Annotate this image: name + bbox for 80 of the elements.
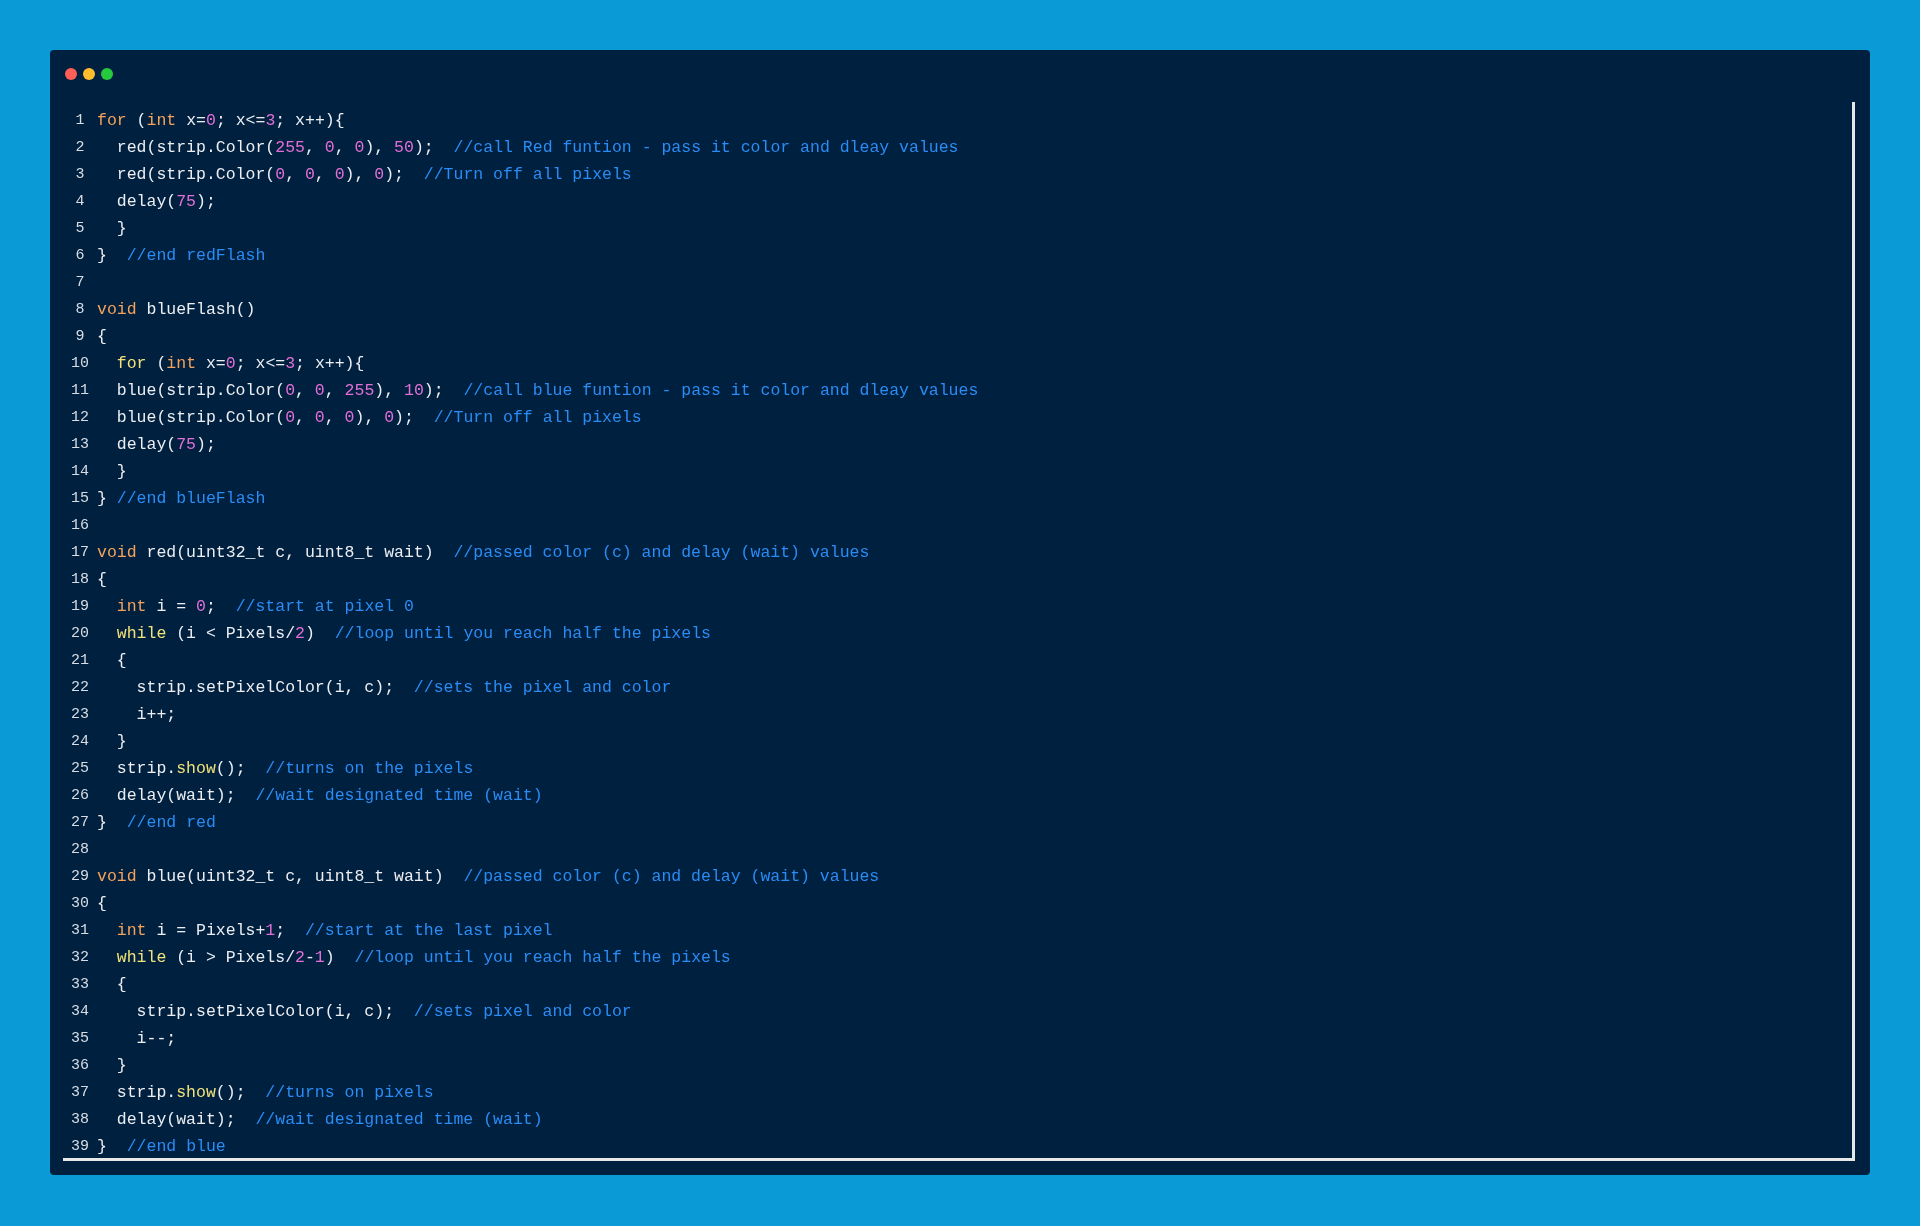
- code-line: delay(75);: [115, 435, 216, 454]
- line-number: 28: [70, 841, 90, 858]
- line-number: 25: [70, 760, 90, 777]
- window-button[interactable]: [65, 68, 77, 80]
- code-line: delay(wait); //wait designated time (wait): [115, 786, 543, 805]
- code-line: void blue(uint32_t c, uint8_t wait) //passed color (c) and delay (wait) values: [97, 867, 880, 886]
- code-line: } //end blue: [97, 1137, 226, 1156]
- code-line: delay(75);: [115, 192, 216, 211]
- code-line: }: [115, 462, 127, 481]
- line-number: 22: [70, 679, 90, 696]
- line-number: 26: [70, 787, 90, 804]
- line-number: 18: [70, 571, 90, 588]
- line-number: 30: [70, 895, 90, 912]
- code-line: while (i > Pixels/2-1) //loop until you reach half the pixels: [115, 948, 731, 967]
- line-number: 31: [70, 922, 90, 939]
- code-line: for (int x=0; x<=3; x++){: [115, 354, 365, 373]
- code-line: red(strip.Color(0, 0, 0), 0); //Turn off all pixels: [115, 165, 632, 184]
- code-line: {: [97, 894, 107, 913]
- line-number: 36: [70, 1057, 90, 1074]
- line-number: 9: [74, 328, 86, 345]
- line-number: 20: [70, 625, 90, 642]
- code-line: {: [115, 975, 127, 994]
- line-number: 29: [70, 868, 90, 885]
- code-line: {: [97, 327, 107, 346]
- line-number: 4: [74, 193, 86, 210]
- line-number: 16: [70, 517, 90, 534]
- line-number: 13: [70, 436, 90, 453]
- code-line: } //end redFlash: [97, 246, 266, 265]
- line-number: 33: [70, 976, 90, 993]
- line-number: 3: [74, 166, 86, 183]
- line-number: 2: [74, 139, 86, 156]
- line-number: 24: [70, 733, 90, 750]
- line-number: 34: [70, 1003, 90, 1020]
- code-line: void red(uint32_t c, uint8_t wait) //passed color (c) and delay (wait) values: [97, 543, 870, 562]
- code-line: strip.setPixelColor(i, c); //sets pixel and color: [135, 1002, 632, 1021]
- window-button[interactable]: [83, 68, 95, 80]
- line-number: 15: [70, 490, 90, 507]
- code-line: delay(wait); //wait designated time (wait): [115, 1110, 543, 1129]
- line-number: 17: [70, 544, 90, 561]
- line-number: 8: [74, 301, 86, 318]
- code-line: blue(strip.Color(0, 0, 0), 0); //Turn off all pixels: [115, 408, 642, 427]
- line-number: 7: [74, 274, 86, 291]
- code-line: strip.setPixelColor(i, c); //sets the pixel and color: [135, 678, 672, 697]
- line-number: 14: [70, 463, 90, 480]
- line-number: 12: [70, 409, 90, 426]
- line-number: 27: [70, 814, 90, 831]
- line-number: 6: [74, 247, 86, 264]
- line-number: 19: [70, 598, 90, 615]
- code-line: }: [115, 219, 127, 238]
- code-line: blue(strip.Color(0, 0, 255), 10); //call blue funtion - pass it color and dleay values: [115, 381, 979, 400]
- window-button[interactable]: [101, 68, 113, 80]
- line-number: 37: [70, 1084, 90, 1101]
- line-number: 21: [70, 652, 90, 669]
- line-number: 35: [70, 1030, 90, 1047]
- code-line: } //end red: [97, 813, 216, 832]
- code-line: }: [115, 1056, 127, 1075]
- code-line: for (int x=0; x<=3; x++){: [97, 111, 345, 130]
- line-number: 11: [70, 382, 90, 399]
- code-line: i--;: [135, 1029, 177, 1048]
- code-line: {: [115, 651, 127, 670]
- code-line: red(strip.Color(255, 0, 0), 50); //call Red funtion - pass it color and dleay values: [115, 138, 959, 157]
- vertical-scrollbar[interactable]: [1852, 102, 1855, 1161]
- code-line: {: [97, 570, 107, 589]
- line-number: 5: [74, 220, 86, 237]
- code-line: int i = 0; //start at pixel 0: [115, 597, 414, 616]
- code-line: void blueFlash(): [97, 300, 256, 319]
- line-number: 23: [70, 706, 90, 723]
- code-line: strip.show(); //turns on pixels: [115, 1083, 434, 1102]
- line-number: 1: [74, 112, 86, 129]
- code-line: } //end blueFlash: [97, 489, 266, 508]
- code-line: strip.show(); //turns on the pixels: [115, 759, 474, 778]
- code-line: }: [115, 732, 127, 751]
- code-line: int i = Pixels+1; //start at the last pixel: [115, 921, 553, 940]
- line-number: 39: [70, 1138, 90, 1155]
- code-line: i++;: [135, 705, 177, 724]
- line-number: 38: [70, 1111, 90, 1128]
- line-number: 10: [70, 355, 90, 372]
- line-number: 32: [70, 949, 90, 966]
- code-line: while (i < Pixels/2) //loop until you reach half the pixels: [115, 624, 711, 643]
- horizontal-scrollbar[interactable]: [63, 1158, 1855, 1161]
